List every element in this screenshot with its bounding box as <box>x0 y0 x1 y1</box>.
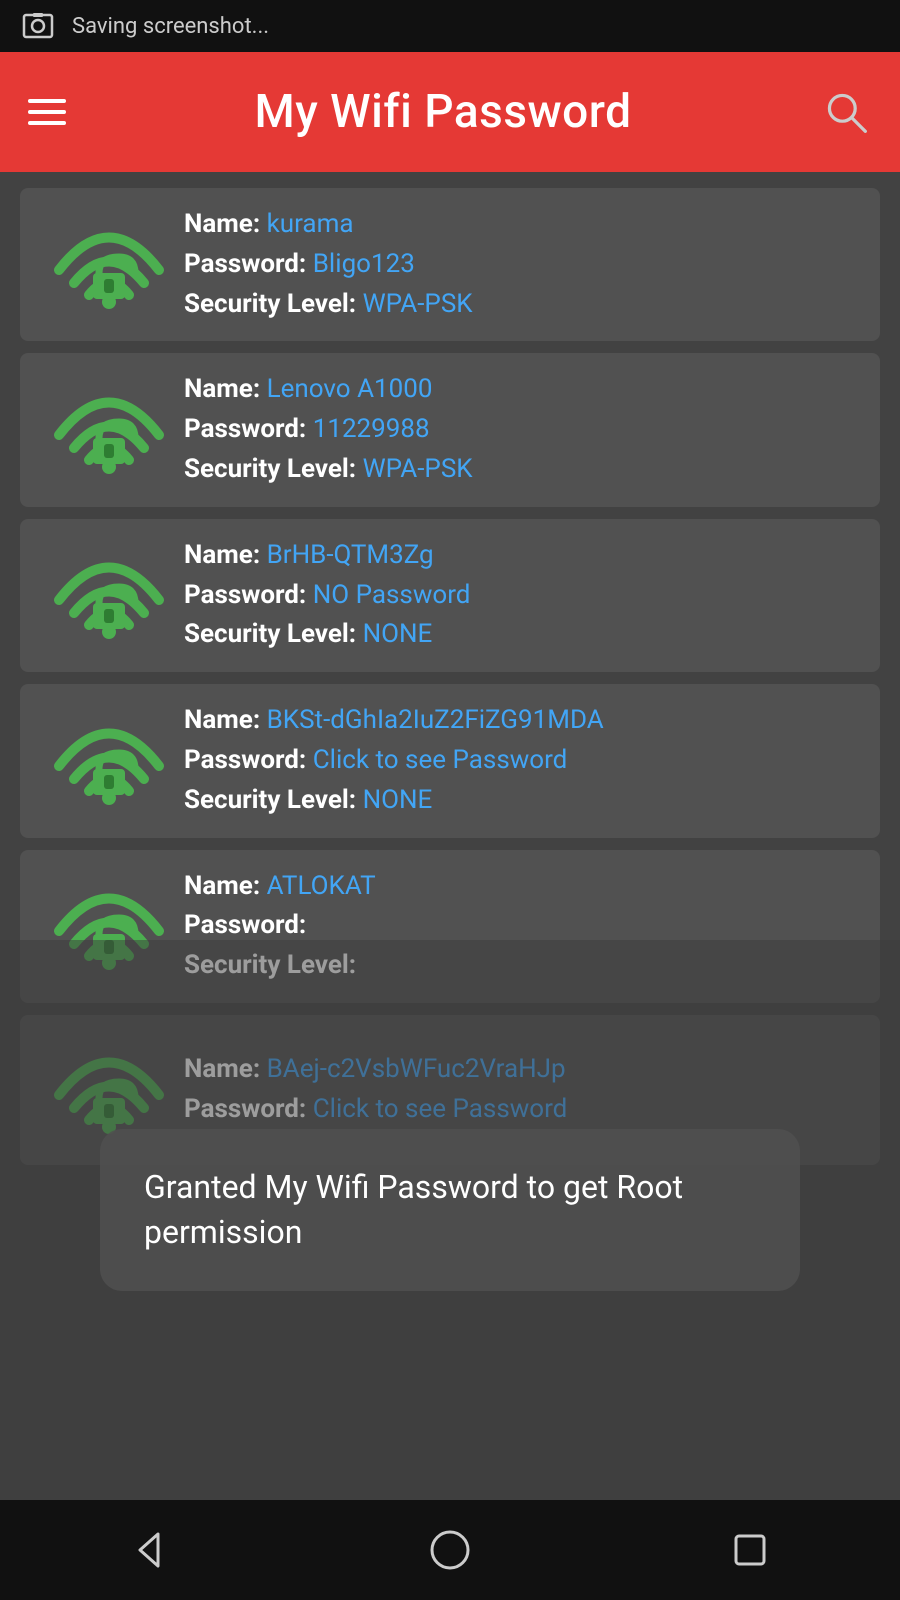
name-value-4: ATLOKAT <box>267 871 376 901</box>
status-bar: Saving screenshot... <box>0 0 900 52</box>
password-value-5: Click to see Password <box>313 1094 568 1124</box>
wifi-icon-3 <box>44 706 174 816</box>
password-label-4: Password: <box>184 910 306 940</box>
wifi-icon-4 <box>44 871 174 981</box>
name-value-2: BrHB-QTM3Zg <box>267 540 434 570</box>
wifi-list-container: Name: kurama Password: Bligo123 Security… <box>0 172 900 1500</box>
wifi-icon-0 <box>44 210 174 320</box>
wifi-password-row-0: Password: Bligo123 <box>184 248 856 282</box>
bottom-nav <box>0 1500 900 1600</box>
wifi-security-row-2: Security Level: NONE <box>184 618 856 652</box>
wifi-info-0: Name: kurama Password: Bligo123 Security… <box>174 208 856 321</box>
name-label-5: Name: <box>184 1054 260 1084</box>
content-wrapper: Name: kurama Password: Bligo123 Security… <box>0 172 900 1500</box>
search-button[interactable] <box>820 86 872 138</box>
wifi-info-5: Name: BAej-c2VsbWFuc2VraHJp Password: Cl… <box>174 1053 856 1127</box>
password-label-3: Password: <box>184 745 306 775</box>
security-label-0: Security Level: <box>184 289 356 319</box>
wifi-info-1: Name: Lenovo A1000 Password: 11229988 Se… <box>174 373 856 486</box>
wifi-security-row-1: Security Level: WPA-PSK <box>184 453 856 487</box>
security-label-1: Security Level: <box>184 454 356 484</box>
wifi-info-2: Name: BrHB-QTM3Zg Password: NO Password … <box>174 539 856 652</box>
wifi-card-2[interactable]: Name: BrHB-QTM3Zg Password: NO Password … <box>20 519 880 672</box>
name-label-2: Name: <box>184 540 260 570</box>
wifi-icon-2 <box>44 540 174 650</box>
security-value-1: WPA-PSK <box>363 454 473 484</box>
security-value-0: WPA-PSK <box>363 289 473 319</box>
password-label-1: Password: <box>184 414 306 444</box>
security-label-2: Security Level: <box>184 619 356 649</box>
wifi-security-row-4: Security Level: <box>184 949 856 983</box>
wifi-password-row-4: Password: <box>184 909 856 943</box>
wifi-icon-1 <box>44 375 174 485</box>
status-bar-text: Saving screenshot... <box>72 14 269 39</box>
wifi-list: Name: kurama Password: Bligo123 Security… <box>0 172 900 1500</box>
wifi-card-5[interactable]: Name: BAej-c2VsbWFuc2VraHJp Password: Cl… <box>20 1015 880 1165</box>
password-value-3: Click to see Password <box>313 745 568 775</box>
security-label-4: Security Level: <box>184 950 356 980</box>
wifi-name-row-3: Name: BKSt-dGhIa2IuZ2FiZG91MDA <box>184 704 856 738</box>
password-label-2: Password: <box>184 580 306 610</box>
name-label-4: Name: <box>184 871 260 901</box>
wifi-password-row-5: Password: Click to see Password <box>184 1093 856 1127</box>
name-label-0: Name: <box>184 209 260 239</box>
security-value-3: NONE <box>363 785 433 815</box>
home-button[interactable] <box>415 1515 485 1585</box>
password-value-2: NO Password <box>313 580 471 610</box>
security-value-2: NONE <box>363 619 433 649</box>
screenshot-icon <box>20 8 56 44</box>
wifi-name-row-4: Name: ATLOKAT <box>184 870 856 904</box>
security-label-3: Security Level: <box>184 785 356 815</box>
wifi-name-row-5: Name: BAej-c2VsbWFuc2VraHJp <box>184 1053 856 1087</box>
wifi-name-row-2: Name: BrHB-QTM3Zg <box>184 539 856 573</box>
wifi-info-4: Name: ATLOKAT Password: Security Level: <box>174 870 856 983</box>
password-label-5: Password: <box>184 1094 306 1124</box>
name-label-3: Name: <box>184 705 260 735</box>
back-button[interactable] <box>115 1515 185 1585</box>
wifi-card-0[interactable]: Name: kurama Password: Bligo123 Security… <box>20 188 880 341</box>
wifi-name-row-0: Name: kurama <box>184 208 856 242</box>
password-label-0: Password: <box>184 249 306 279</box>
wifi-card-1[interactable]: Name: Lenovo A1000 Password: 11229988 Se… <box>20 353 880 506</box>
wifi-card-3[interactable]: Name: BKSt-dGhIa2IuZ2FiZG91MDA Password:… <box>20 684 880 837</box>
wifi-info-3: Name: BKSt-dGhIa2IuZ2FiZG91MDA Password:… <box>174 704 856 817</box>
hamburger-menu-icon[interactable] <box>28 99 66 125</box>
wifi-password-row-3: Password: Click to see Password <box>184 744 856 778</box>
name-value-3: BKSt-dGhIa2IuZ2FiZG91MDA <box>267 705 604 735</box>
wifi-password-row-2: Password: NO Password <box>184 579 856 613</box>
wifi-security-row-3: Security Level: NONE <box>184 784 856 818</box>
password-value-0: Bligo123 <box>313 249 415 279</box>
name-value-1: Lenovo A1000 <box>267 374 433 404</box>
wifi-security-row-0: Security Level: WPA-PSK <box>184 288 856 322</box>
wifi-icon-5 <box>44 1035 174 1145</box>
app-title: My Wifi Password <box>254 85 631 139</box>
password-value-1: 11229988 <box>313 414 430 444</box>
wifi-password-row-1: Password: 11229988 <box>184 413 856 447</box>
app-bar: My Wifi Password <box>0 52 900 172</box>
wifi-name-row-1: Name: Lenovo A1000 <box>184 373 856 407</box>
recents-button[interactable] <box>715 1515 785 1585</box>
name-value-5: BAej-c2VsbWFuc2VraHJp <box>267 1054 566 1084</box>
name-label-1: Name: <box>184 374 260 404</box>
wifi-card-4[interactable]: Name: ATLOKAT Password: Security Level: <box>20 850 880 1003</box>
name-value-0: kurama <box>267 209 354 239</box>
